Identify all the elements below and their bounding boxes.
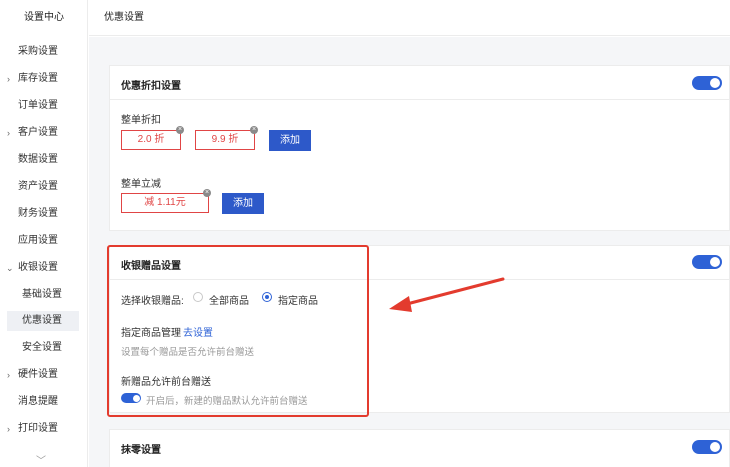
sidebar-item-messages[interactable]: 消息提醒 (0, 392, 88, 412)
chevron-right-icon: › (7, 370, 10, 380)
toggle-knob (710, 442, 720, 452)
chevron-right-icon: › (7, 424, 10, 434)
discount-toggle[interactable] (692, 76, 722, 90)
sidebar-item-label: 资产设置 (18, 181, 58, 192)
sidebar-item-label: 财务设置 (18, 208, 58, 219)
sidebar-item-label: 客户设置 (18, 127, 58, 138)
sidebar-item-label: 采购设置 (18, 46, 58, 57)
close-icon[interactable]: × (176, 126, 184, 134)
sidebar-item-label: 消息提醒 (18, 396, 58, 407)
card-title: 抹零设置 (121, 445, 161, 456)
new-gift-label: 新赠品允许前台赠送 (121, 377, 211, 388)
card-title: 优惠折扣设置 (121, 81, 181, 92)
sidebar-item-security[interactable]: 安全设置 (0, 338, 88, 358)
close-icon[interactable]: × (250, 126, 258, 134)
sidebar-item-label: 硬件设置 (18, 369, 58, 380)
sidebar-item-label: 订单设置 (18, 100, 58, 111)
card-header: 收银赠品设置 (110, 246, 729, 280)
discount-tag: 2.0 折 (121, 130, 181, 150)
chevron-right-icon: › (7, 74, 10, 84)
discount-settings-card: 优惠折扣设置 整单折扣 2.0 折 × 9.9 折 × 添加 整单立减 减 1.… (109, 65, 730, 231)
chevron-down-icon: ⌄ (6, 263, 14, 273)
sidebar-item-label: 优惠设置 (22, 315, 62, 326)
chevron-right-icon: › (7, 128, 10, 138)
rounding-settings-card: 抹零设置 (109, 429, 730, 467)
manage-hint: 设置每个赠品是否允许前台赠送 (121, 347, 255, 358)
scroll-more-icon[interactable]: ﹀ (36, 452, 46, 467)
sidebar-item-label: 打印设置 (18, 423, 58, 434)
manage-label: 指定商品管理 (121, 328, 181, 339)
sidebar-item-label: 收银设置 (18, 262, 58, 273)
sidebar-item-customers[interactable]: › 客户设置 (0, 123, 88, 143)
radio-specified-products[interactable] (262, 292, 272, 302)
sidebar-item-purchase[interactable]: 采购设置 (0, 42, 88, 62)
option-all-label: 全部商品 (209, 296, 249, 307)
whole-discount-label: 整单折扣 (121, 115, 161, 126)
sidebar-item-finance[interactable]: 财务设置 (0, 204, 88, 224)
sidebar-item-label: 库存设置 (18, 73, 58, 84)
add-reduce-button[interactable]: 添加 (222, 193, 264, 214)
toggle-knob (132, 394, 140, 402)
rounding-toggle[interactable] (692, 440, 722, 454)
sidebar-item-data[interactable]: 数据设置 (0, 150, 88, 170)
sidebar-item-label: 安全设置 (22, 342, 62, 353)
card-header: 抹零设置 (110, 430, 729, 464)
main-content: 优惠折扣设置 整单折扣 2.0 折 × 9.9 折 × 添加 整单立减 减 1.… (89, 37, 730, 467)
sidebar: 设置中心 采购设置 › 库存设置 订单设置 › 客户设置 数据设置 资产设置 财务设… (0, 0, 88, 467)
sidebar-item-printing[interactable]: › 打印设置 (0, 419, 88, 439)
annotation-arrow-icon (389, 277, 505, 312)
gift-select-label: 选择收银赠品: (121, 296, 184, 307)
new-gift-hint: 开启后，新建的赠品默认允许前台赠送 (146, 396, 308, 407)
sidebar-item-label: 基础设置 (22, 289, 62, 300)
sidebar-item-orders[interactable]: 订单设置 (0, 96, 88, 116)
new-gift-toggle[interactable] (121, 393, 141, 403)
whole-reduce-label: 整单立减 (121, 179, 161, 190)
discount-tag: 9.9 折 (195, 130, 255, 150)
gift-toggle[interactable] (692, 255, 722, 269)
sidebar-item-assets[interactable]: 资产设置 (0, 177, 88, 197)
toggle-knob (710, 78, 720, 88)
page-title: 优惠设置 (104, 12, 144, 23)
sidebar-item-inventory[interactable]: › 库存设置 (0, 69, 88, 89)
sidebar-item-basic[interactable]: 基础设置 (0, 285, 88, 305)
reduce-tag: 减 1.11元 (121, 193, 209, 213)
sidebar-item-cashier[interactable]: ⌄ 收银设置 (0, 258, 88, 278)
card-title: 收银赠品设置 (121, 261, 181, 272)
sidebar-item-apps[interactable]: 应用设置 (0, 231, 88, 251)
close-icon[interactable]: × (203, 189, 211, 197)
page-header: 优惠设置 (89, 0, 730, 36)
manage-link[interactable]: 去设置 (183, 324, 213, 339)
sidebar-item-label: 应用设置 (18, 235, 58, 246)
add-discount-button[interactable]: 添加 (269, 130, 311, 151)
radio-all-products[interactable] (193, 292, 203, 302)
toggle-knob (710, 257, 720, 267)
sidebar-item-label: 数据设置 (18, 154, 58, 165)
sidebar-item-discount[interactable]: 优惠设置 (7, 311, 79, 331)
card-header: 优惠折扣设置 (110, 66, 729, 100)
option-specified-label: 指定商品 (278, 296, 318, 307)
gift-settings-card: 收银赠品设置 选择收银赠品: 全部商品 指定商品 指定商品管理 去设置 设置每个… (109, 245, 730, 413)
sidebar-title: 设置中心 (24, 12, 64, 23)
sidebar-item-hardware[interactable]: › 硬件设置 (0, 365, 88, 385)
